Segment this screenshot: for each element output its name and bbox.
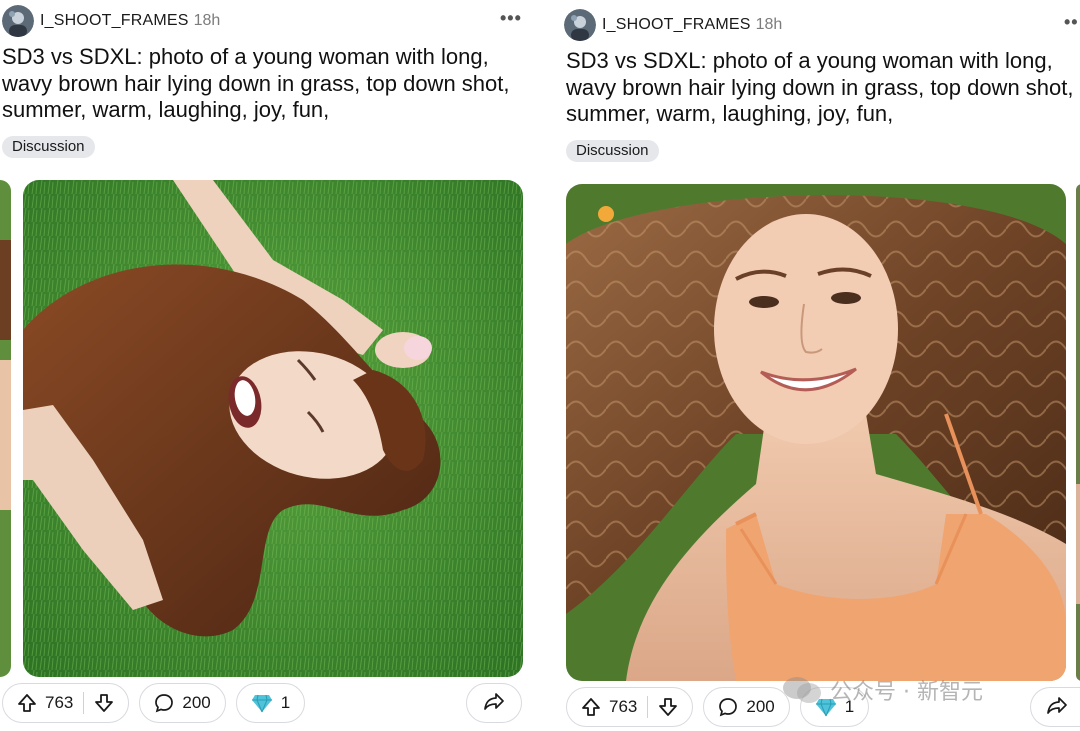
post-username[interactable]: I_SHOOT_FRAMES: [40, 12, 189, 30]
comments-button[interactable]: 200: [703, 687, 790, 727]
post-actions-bar: 763 200 1: [566, 687, 879, 727]
comments-button[interactable]: 200: [139, 683, 226, 723]
downvote-button[interactable]: [658, 697, 678, 717]
comment-icon: [154, 693, 174, 713]
post-header: I_SHOOT_FRAMES 18h: [2, 5, 220, 37]
comment-count: 200: [182, 693, 211, 712]
post-time: 18h: [755, 16, 783, 33]
award-count: 1: [844, 697, 855, 716]
more-options-button[interactable]: •••: [500, 8, 522, 29]
post-time: 18h: [193, 12, 221, 29]
comment-icon: [718, 697, 738, 717]
share-button[interactable]: [1030, 687, 1080, 727]
diamond-award-icon: [815, 697, 837, 717]
award-button[interactable]: 1: [235, 683, 306, 723]
post-card-left: I_SHOOT_FRAMES 18h ••• SD3 vs SDXL: phot…: [0, 0, 540, 731]
more-options-button[interactable]: ••: [1064, 12, 1079, 33]
upvote-icon: [582, 698, 600, 716]
downvote-button[interactable]: [94, 693, 114, 713]
award-button[interactable]: 1: [799, 687, 870, 727]
flair-badge[interactable]: Discussion: [566, 140, 659, 162]
upvote-count: 763: [609, 697, 638, 716]
downvote-icon: [659, 698, 678, 716]
vote-divider: [647, 696, 649, 718]
post-card-right: I_SHOOT_FRAMES 18h •• SD3 vs SDXL: photo…: [542, 0, 1080, 731]
vote-control: 763: [566, 687, 694, 727]
share-button[interactable]: [466, 683, 522, 723]
previous-image-peek[interactable]: [0, 180, 11, 677]
flair-badge[interactable]: Discussion: [2, 136, 95, 158]
user-avatar[interactable]: [2, 5, 34, 37]
upvote-button[interactable]: [581, 697, 601, 717]
user-avatar[interactable]: [564, 9, 596, 41]
more-horizontal-icon: ••: [1064, 12, 1079, 32]
share-icon: [483, 691, 505, 716]
next-image-peek[interactable]: [1076, 184, 1080, 681]
post-image-sdxl[interactable]: [566, 184, 1066, 681]
upvote-icon: [18, 694, 36, 712]
diamond-award-icon: [251, 693, 273, 713]
comment-count: 200: [746, 697, 775, 716]
post-image-sd3[interactable]: [23, 180, 523, 677]
downvote-icon: [95, 694, 114, 712]
post-actions-bar: 763 200 1: [2, 683, 315, 723]
post-header: I_SHOOT_FRAMES 18h: [564, 9, 782, 41]
post-title[interactable]: SD3 vs SDXL: photo of a young woman with…: [566, 48, 1080, 128]
award-count: 1: [280, 693, 291, 712]
vote-divider: [83, 692, 85, 714]
more-horizontal-icon: •••: [500, 8, 522, 28]
upvote-count: 763: [45, 693, 74, 712]
share-icon: [1046, 695, 1068, 720]
post-title[interactable]: SD3 vs SDXL: photo of a young woman with…: [2, 44, 527, 124]
upvote-button[interactable]: [17, 693, 37, 713]
post-username[interactable]: I_SHOOT_FRAMES: [602, 16, 751, 34]
vote-control: 763: [2, 683, 130, 723]
